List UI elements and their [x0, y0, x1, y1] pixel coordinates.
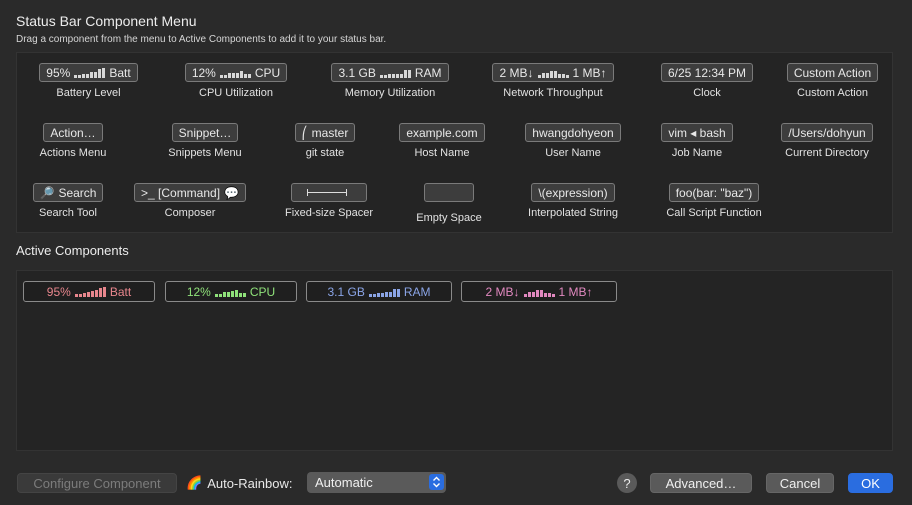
palette-label: User Name — [545, 147, 601, 159]
chevron-updown-icon — [429, 474, 444, 490]
palette-label: Host Name — [414, 147, 470, 159]
palette-label: CPU Utilization — [199, 87, 273, 99]
spacer-icon — [307, 189, 347, 196]
palette-actions-menu[interactable]: Action… Actions Menu — [29, 123, 117, 159]
active-network[interactable]: 2 MB↓ 1 MB↑ — [461, 281, 617, 302]
component-palette: 95% Batt Battery Level 12% CPU CPU Utili… — [16, 52, 893, 233]
sparkline-icon — [537, 67, 569, 78]
sparkline-icon — [74, 286, 106, 297]
palette-current-directory[interactable]: /Users/dohyun Current Directory — [767, 123, 887, 159]
palette-git-state[interactable]: ⎛ master git state — [283, 123, 367, 159]
palette-label: Battery Level — [56, 87, 121, 99]
palette-call-script[interactable]: foo(bar: "baz") Call Script Function — [653, 183, 775, 219]
active-components-title: Active Components — [16, 243, 129, 258]
auto-rainbow-select[interactable]: Automatic — [307, 472, 446, 493]
palette-label: Actions Menu — [39, 147, 107, 159]
palette-fixed-spacer[interactable]: Fixed-size Spacer — [279, 183, 379, 219]
advanced-button[interactable]: Advanced… — [650, 473, 752, 493]
sparkline-icon — [219, 67, 251, 78]
palette-cpu[interactable]: 12% CPU CPU Utilization — [167, 63, 305, 99]
palette-memory[interactable]: 3.1 GB RAM Memory Utilization — [315, 63, 465, 99]
palette-label: Empty Space — [416, 212, 482, 224]
configure-component-button[interactable]: Configure Component — [17, 473, 177, 493]
palette-network[interactable]: 2 MB↓ 1 MB↑ Network Throughput — [477, 63, 629, 99]
active-components-area[interactable]: 95% Batt 12% CPU 3.1 GB RAM 2 MB↓ 1 MB↑ — [16, 270, 893, 451]
palette-custom-action[interactable]: Custom Action Custom Action — [775, 63, 890, 99]
palette-interpolated-string[interactable]: \(expression) Interpolated String — [517, 183, 629, 219]
sparkline-icon — [214, 286, 246, 297]
sparkline-icon — [368, 286, 400, 297]
help-button[interactable]: ? — [617, 473, 637, 493]
palette-label: Job Name — [671, 147, 723, 159]
palette-label: Interpolated String — [528, 207, 618, 219]
palette-label: Composer — [164, 207, 216, 219]
search-icon: 🔎 — [39, 185, 55, 200]
window-subtitle: Drag a component from the menu to Active… — [16, 34, 387, 45]
palette-label: Snippets Menu — [168, 147, 242, 159]
palette-battery[interactable]: 95% Batt Battery Level — [21, 63, 156, 99]
palette-empty-space[interactable]: Empty Space — [399, 183, 499, 224]
ok-button[interactable]: OK — [848, 473, 893, 493]
palette-snippets-menu[interactable]: Snippet… Snippets Menu — [157, 123, 253, 159]
palette-label: Search Tool — [39, 207, 97, 219]
sparkline-icon — [523, 286, 555, 297]
palette-search-tool[interactable]: 🔎 Search Search Tool — [23, 183, 113, 219]
palette-clock[interactable]: 6/25 12:34 PM Clock — [651, 63, 763, 99]
rainbow-icon: 🌈 — [186, 475, 203, 490]
git-branch-icon: ⎛ — [301, 125, 308, 140]
cancel-button[interactable]: Cancel — [766, 473, 834, 493]
auto-rainbow-label: 🌈 Auto-Rainbow: — [186, 475, 293, 491]
palette-host-name[interactable]: example.com Host Name — [387, 123, 497, 159]
palette-label: Memory Utilization — [344, 87, 436, 99]
palette-label: Network Throughput — [503, 87, 603, 99]
palette-composer[interactable]: >_ [Command] 💬 Composer — [123, 183, 257, 219]
active-cpu[interactable]: 12% CPU — [165, 281, 297, 302]
active-memory[interactable]: 3.1 GB RAM — [306, 281, 452, 302]
active-battery[interactable]: 95% Batt — [23, 281, 155, 302]
window-title: Status Bar Component Menu — [16, 13, 197, 29]
palette-user-name[interactable]: hwangdohyeon User Name — [517, 123, 629, 159]
sparkline-icon — [74, 67, 106, 78]
sparkline-icon — [379, 67, 411, 78]
palette-label: Clock — [693, 87, 721, 99]
speech-bubble-icon: 💬 — [224, 185, 239, 200]
palette-label: Custom Action — [797, 87, 868, 99]
palette-label: git state — [305, 147, 345, 159]
palette-job-name[interactable]: vim ◂ bash Job Name — [649, 123, 745, 159]
palette-label: Call Script Function — [666, 207, 762, 219]
palette-label: Current Directory — [785, 147, 869, 159]
palette-label: Fixed-size Spacer — [284, 207, 374, 219]
